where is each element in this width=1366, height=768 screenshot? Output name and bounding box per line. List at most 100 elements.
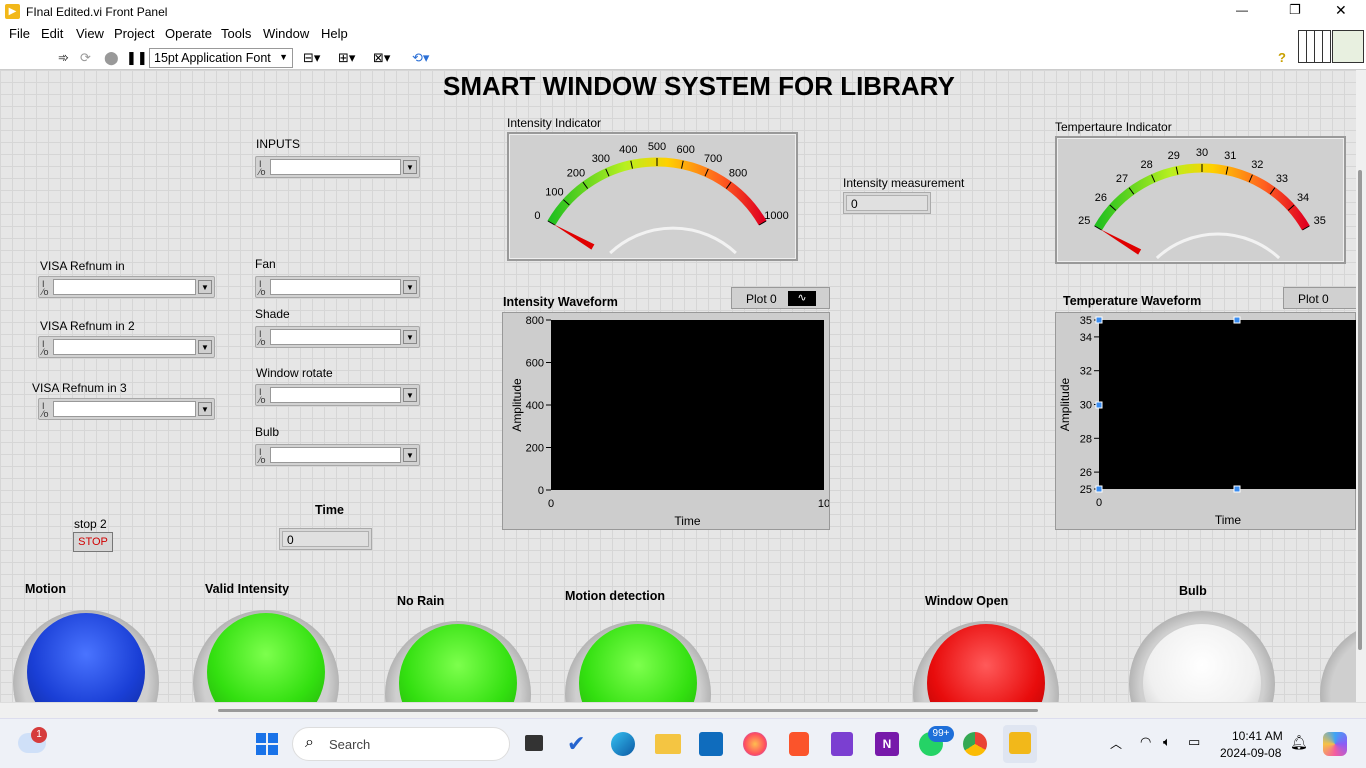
volume-icon[interactable]: 🔈︎ xyxy=(1163,734,1171,750)
pause-icon[interactable]: ❚❚ xyxy=(126,50,148,66)
search-box[interactable]: ⌕ Search xyxy=(292,727,510,761)
plot-line-icon: ∿ xyxy=(788,291,816,306)
run-continuously-icon[interactable]: ⟳ xyxy=(80,50,91,66)
clock-date[interactable]: 2024-09-08 xyxy=(1220,746,1281,760)
shade-visa[interactable]: I ⁄o ▼ xyxy=(255,326,420,348)
temperature-chart-title: Temperature Waveform xyxy=(1063,294,1202,308)
window-rotate-visa[interactable]: I ⁄o ▼ xyxy=(255,384,420,406)
window-rotate-field[interactable] xyxy=(270,387,401,403)
run-arrow-icon[interactable]: ➾ xyxy=(58,50,69,66)
vi-icon xyxy=(1332,30,1364,63)
start-icon[interactable] xyxy=(256,733,278,755)
intensity-gauge[interactable]: 0 100 200 300 400 500 600 700 800 1000 xyxy=(507,132,798,261)
labview-taskbar-icon[interactable] xyxy=(1003,725,1037,763)
visa-refnum-in-3[interactable]: I ⁄o ▼ xyxy=(38,398,215,420)
clock-time[interactable]: 10:41 AM xyxy=(1232,729,1283,743)
abort-icon[interactable]: ⬤ xyxy=(104,50,119,66)
shade-field[interactable] xyxy=(270,329,401,345)
x-axis-label: Time xyxy=(1215,513,1242,527)
help-icon[interactable]: ? xyxy=(1278,50,1286,65)
vertical-scrollbar[interactable] xyxy=(1356,70,1366,702)
chevron-down-icon[interactable]: ▼ xyxy=(198,280,212,294)
temperature-gauge[interactable]: 25 26 27 28 29 30 31 32 33 34 35 xyxy=(1055,136,1346,264)
selection-handle xyxy=(1233,316,1241,324)
brave-icon[interactable] xyxy=(789,732,809,756)
menu-operate[interactable]: Operate xyxy=(165,26,212,41)
font-select[interactable]: 15pt Application Font ▼ xyxy=(149,48,293,68)
io-icon: I ⁄o xyxy=(259,387,266,405)
y-tick-label: 0 xyxy=(538,485,544,497)
menu-window[interactable]: Window xyxy=(263,26,309,41)
visa-refnum-in-field[interactable] xyxy=(53,279,196,295)
close-button[interactable]: ✕ xyxy=(1335,2,1347,19)
gauge-tick-label: 31 xyxy=(1224,150,1236,162)
menu-project[interactable]: Project xyxy=(114,26,154,41)
selection-handle xyxy=(1095,316,1103,324)
temperature-plot-legend[interactable]: Plot 0 xyxy=(1283,287,1356,309)
scroll-thumb[interactable] xyxy=(1358,170,1362,650)
chevron-down-icon[interactable]: ▼ xyxy=(198,340,212,354)
fan-field[interactable] xyxy=(270,279,401,295)
wifi-icon[interactable]: ◠ xyxy=(1140,734,1151,750)
outlook-icon[interactable] xyxy=(699,732,723,756)
onenote-icon[interactable]: N xyxy=(875,732,899,756)
y-tick-label: 25 xyxy=(1080,484,1092,496)
chevron-up-icon[interactable]: ︿ xyxy=(1110,735,1122,752)
stop-label: stop 2 xyxy=(74,517,107,531)
todo-icon[interactable]: ✔ xyxy=(567,731,585,757)
resize-objects-icon[interactable]: ⊠▾ xyxy=(373,50,390,66)
chrome-icon[interactable] xyxy=(963,732,987,756)
stop-button[interactable]: STOP xyxy=(73,532,113,552)
chevron-down-icon[interactable]: ▼ xyxy=(403,160,417,174)
intensity-measurement-indicator: 0 xyxy=(843,192,931,214)
task-view-icon[interactable] xyxy=(525,735,543,751)
intensity-waveform-chart[interactable]: 800 600 400 200 0 0 10 Time Amplitude xyxy=(502,312,830,530)
gauge-tick-label: 400 xyxy=(619,144,637,156)
file-explorer-icon[interactable] xyxy=(655,734,681,754)
scroll-thumb[interactable] xyxy=(218,709,1038,712)
visa-refnum-in[interactable]: I ⁄o ▼ xyxy=(38,276,215,298)
menu-file[interactable]: File xyxy=(9,26,30,41)
inputs-field[interactable] xyxy=(270,159,401,175)
inputs-label: INPUTS xyxy=(256,137,301,151)
reorder-icon[interactable]: ⟲▾ xyxy=(412,50,429,66)
gauge-needle xyxy=(1099,229,1142,255)
bulb-visa[interactable]: I ⁄o ▼ xyxy=(255,444,420,466)
copilot-icon[interactable] xyxy=(1323,732,1347,756)
visa-refnum-in-2-field[interactable] xyxy=(53,339,196,355)
visa-refnum-in-2-label: VISA Refnum in 2 xyxy=(40,319,135,333)
battery-icon[interactable]: ▭ xyxy=(1188,734,1200,750)
legend-label: Plot 0 xyxy=(746,292,777,306)
chevron-down-icon[interactable]: ▼ xyxy=(403,388,417,402)
restore-button[interactable]: ❐ xyxy=(1289,2,1301,18)
temperature-waveform-chart[interactable]: 35 34 32 30 28 26 25 0 Time Amplitude xyxy=(1055,312,1356,530)
notification-bell-icon[interactable]: 🔔︎ xyxy=(1290,734,1308,751)
fan-visa[interactable]: I ⁄o ▼ xyxy=(255,276,420,298)
menu-edit[interactable]: Edit xyxy=(41,26,63,41)
x-tick-label: 0 xyxy=(548,498,554,510)
gauge-tick-label: 200 xyxy=(567,167,585,179)
visa-refnum-in-2[interactable]: I ⁄o ▼ xyxy=(38,336,215,358)
distribute-objects-icon[interactable]: ⊞▾ xyxy=(338,50,355,66)
intensity-chart-svg: 800 600 400 200 00 10 Time Amplitude xyxy=(510,315,829,528)
inputs-visa-resource[interactable]: I ⁄o ▼ xyxy=(255,156,420,178)
bulb-field[interactable] xyxy=(270,447,401,463)
visual-studio-icon[interactable] xyxy=(831,732,853,756)
menu-help[interactable]: Help xyxy=(321,26,348,41)
chevron-down-icon[interactable]: ▼ xyxy=(403,280,417,294)
edge-icon[interactable] xyxy=(611,732,635,756)
minimize-button[interactable]: — xyxy=(1236,3,1248,17)
intensity-plot-legend[interactable]: Plot 0 ∿ xyxy=(731,287,830,309)
search-icon: ⌕ xyxy=(305,734,314,751)
chevron-down-icon[interactable]: ▼ xyxy=(198,402,212,416)
menu-view[interactable]: View xyxy=(76,26,104,41)
visa-refnum-in-3-field[interactable] xyxy=(53,401,196,417)
align-objects-icon[interactable]: ⊟▾ xyxy=(303,50,320,66)
chevron-down-icon[interactable]: ▼ xyxy=(403,448,417,462)
y-axis-label: Amplitude xyxy=(510,378,524,432)
horizontal-scrollbar[interactable] xyxy=(0,702,1366,718)
chevron-down-icon[interactable]: ▼ xyxy=(403,330,417,344)
menu-tools[interactable]: Tools xyxy=(221,26,251,41)
y-tick-label: 26 xyxy=(1080,467,1092,479)
firefox-icon[interactable] xyxy=(743,732,767,756)
